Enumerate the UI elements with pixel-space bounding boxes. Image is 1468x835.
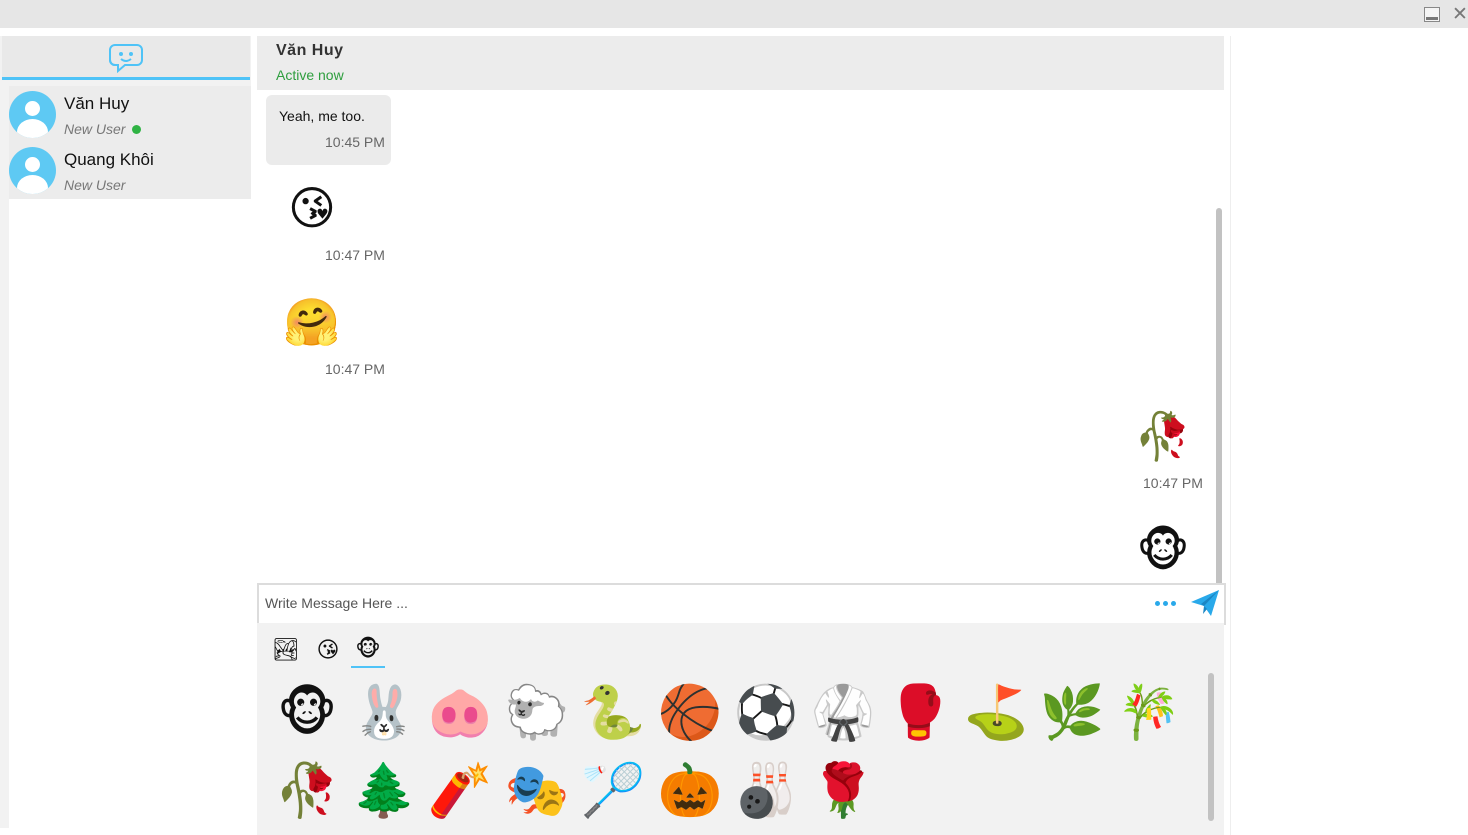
sticker-item[interactable]: ⚽ xyxy=(731,678,801,748)
avatar xyxy=(9,91,56,138)
chat-panel: Văn Huy Active now Yeah, me too. 10:45 P… xyxy=(257,36,1226,835)
contact-status: New User xyxy=(64,177,126,193)
sticker-item[interactable]: 🐍 xyxy=(578,678,648,748)
contact-item[interactable]: Văn Huy New User xyxy=(9,86,251,142)
message-bubble: Yeah, me too. 10:45 PM xyxy=(266,95,391,165)
contact-name: Văn Huy xyxy=(64,94,130,113)
sticker-item[interactable]: 🎭 xyxy=(502,756,572,826)
message-list[interactable]: Yeah, me too. 10:45 PM 😘 10:47 PM 🤗 10:4… xyxy=(257,90,1224,584)
sticker-item[interactable]: ⛳ xyxy=(961,678,1031,748)
sticker-item[interactable]: 🎳 xyxy=(731,756,801,826)
emoji-message: 🥀 xyxy=(1134,409,1192,463)
sticker-item[interactable]: 🥀 xyxy=(272,756,342,826)
online-indicator xyxy=(132,125,141,134)
sidebar-header xyxy=(2,36,250,80)
emoji-message: 🐵 xyxy=(1136,523,1190,577)
emoji-message: 🤗 xyxy=(283,295,341,349)
sticker-item[interactable]: 🎋 xyxy=(1114,678,1184,748)
message-time: 10:47 PM xyxy=(325,361,385,377)
sticker-item[interactable]: 🏸 xyxy=(578,756,648,826)
chat-contact-name: Văn Huy xyxy=(276,42,344,59)
chat-header: Văn Huy Active now xyxy=(257,36,1224,90)
message-text: Yeah, me too. xyxy=(279,108,365,124)
sticker-item[interactable]: 🥊 xyxy=(884,678,954,748)
emoji-icon[interactable]: 😘 xyxy=(311,633,345,667)
sticker-icon[interactable]: 🐵 xyxy=(351,633,385,668)
sticker-item[interactable]: 🐰 xyxy=(349,678,419,748)
contact-status: New User xyxy=(64,121,126,137)
emoji-message: 😘 xyxy=(288,181,336,235)
contact-item[interactable]: Quang Khôi New User xyxy=(9,142,251,198)
close-icon[interactable]: ✕ xyxy=(1451,4,1468,25)
image-icon[interactable]: 🏞 xyxy=(269,633,303,667)
sticker-item[interactable]: 🐽 xyxy=(425,678,495,748)
sticker-item[interactable]: 🏀 xyxy=(655,678,725,748)
sticker-item[interactable]: 🌹 xyxy=(808,756,878,826)
sticker-item[interactable]: 🌲 xyxy=(349,756,419,826)
sticker-picker: 🏞 😘 🐵 🐵 🐰 🐽 🐑 🐍 🏀 ⚽ 🥋 🥊 ⛳ 🌿 🎋 🥀 🌲 🧨 🎭 🏸 … xyxy=(257,623,1224,835)
contact-list: Văn Huy New User Quang Khôi New User xyxy=(9,86,251,199)
chat-bubbles-icon[interactable] xyxy=(107,41,145,73)
sticker-item[interactable]: 🧨 xyxy=(425,756,495,826)
contacts-sidebar: Văn Huy New User Quang Khôi New User xyxy=(0,36,251,828)
sidebar-empty-area xyxy=(9,199,251,828)
message-time: 10:45 PM xyxy=(325,134,385,150)
contact-name: Quang Khôi xyxy=(64,150,154,169)
sticker-item[interactable]: 🌿 xyxy=(1037,678,1107,748)
right-panel xyxy=(1230,36,1468,835)
sticker-item[interactable]: 🐵 xyxy=(272,678,342,748)
title-bar: ✕ xyxy=(0,0,1468,28)
message-time: 10:47 PM xyxy=(325,247,385,263)
sticker-item[interactable]: 🐑 xyxy=(502,678,572,748)
message-time: 10:47 PM xyxy=(1143,475,1203,491)
composer xyxy=(257,583,1226,625)
send-icon[interactable] xyxy=(1189,588,1221,618)
presence-status: Active now xyxy=(276,67,344,83)
minimize-icon[interactable] xyxy=(1423,5,1441,23)
avatar xyxy=(9,147,56,194)
picker-scrollbar[interactable] xyxy=(1208,673,1214,821)
messages-scrollbar[interactable] xyxy=(1216,208,1222,584)
message-input[interactable] xyxy=(265,591,1135,615)
sticker-item[interactable]: 🥋 xyxy=(808,678,878,748)
more-dots-icon[interactable] xyxy=(1149,590,1181,616)
sticker-item[interactable]: 🎃 xyxy=(655,756,725,826)
